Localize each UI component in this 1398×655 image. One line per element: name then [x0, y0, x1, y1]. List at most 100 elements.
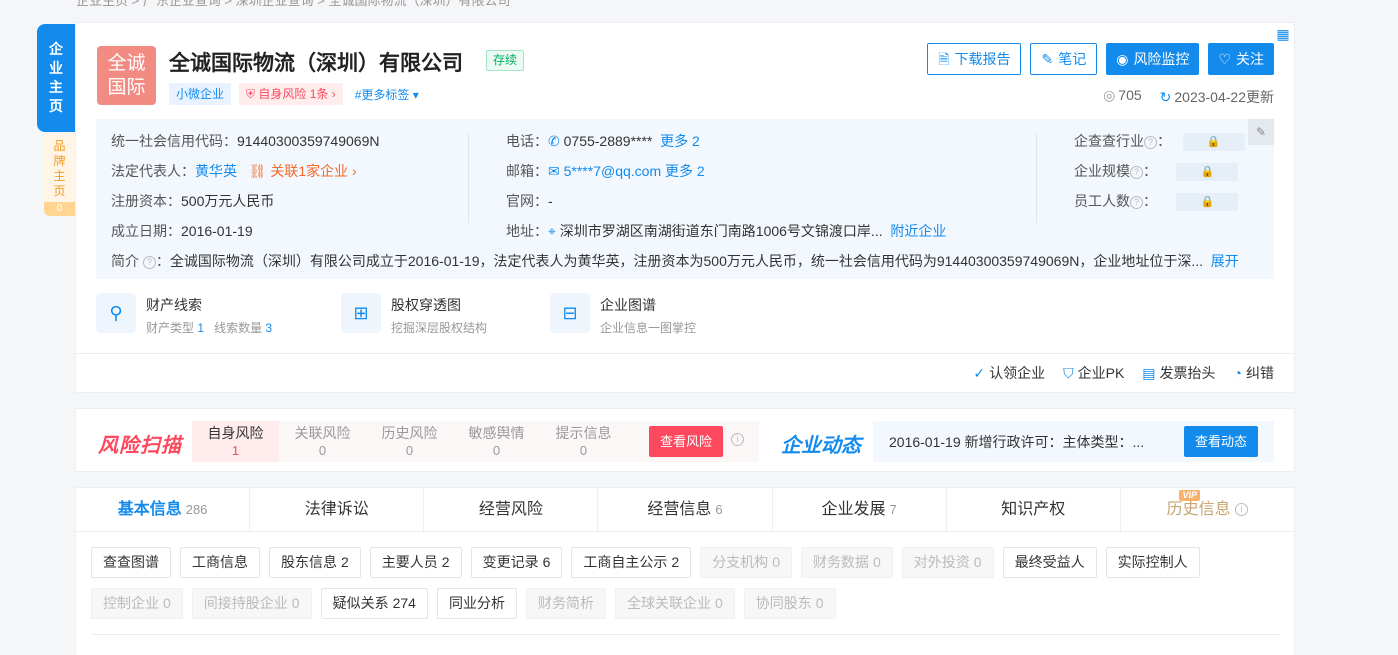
nearby-companies-link[interactable]: 附近企业 — [890, 223, 946, 239]
feature-company-graph[interactable]: ⊟ 企业图谱 企业信息一图掌控 — [550, 293, 696, 336]
dynamics-box: 2016-01-19 新增行政许可：主体类型：... 查看动态 — [873, 421, 1274, 462]
tab-history[interactable]: VIP 历史信息 i — [1121, 488, 1294, 531]
feature-asset-clues[interactable]: ⚲ 财产线索 财产类型 1 线索数量 3 — [96, 293, 272, 336]
more-tags-dropdown[interactable]: #更多标签 ▾ — [351, 86, 419, 103]
company-pk-link[interactable]: ⛉ 企业PK — [1063, 363, 1124, 383]
address-row: 地址：⌖ 深圳市罗湖区南湖街道东门南路1006号文锦渡口岸... 附近企业 — [506, 221, 946, 241]
eye-icon: ◎ — [1103, 87, 1116, 103]
graph-icon: ⊟ — [550, 293, 590, 333]
chip-graph[interactable]: 查查图谱 — [91, 547, 171, 578]
chip-shareholders[interactable]: 股东信息 2 — [269, 547, 361, 578]
follow-button[interactable]: ♡ 关注 — [1208, 43, 1274, 75]
email-link[interactable]: 5****7@qq.com — [564, 163, 662, 179]
chip-suspected-relations[interactable]: 疑似关系 274 — [320, 588, 428, 619]
chip-label: 实际控制人 — [1117, 554, 1188, 570]
chip-key-personnel[interactable]: 主要人员 2 — [369, 547, 462, 578]
tab-basic-info[interactable]: 基本信息 286 — [76, 488, 251, 531]
chip-label: 最终受益人 — [1014, 554, 1085, 570]
tab-legal[interactable]: 法律诉讼 — [250, 488, 425, 531]
divider — [468, 133, 469, 223]
chip-change-log[interactable]: 变更记录 6 — [470, 547, 563, 578]
tab-business-risk[interactable]: 经营风险 — [424, 488, 599, 531]
email-row: 邮箱：✉ 5****7@qq.com 更多 2 — [506, 161, 705, 181]
chip-co-shareholders[interactable]: 协同股东 0 — [743, 588, 836, 619]
chip-global-affiliates[interactable]: 全球关联企业 0 — [614, 588, 735, 619]
risk-self[interactable]: 自身风险 1 — [192, 421, 279, 462]
risk-sentiment[interactable]: 敏感舆情 0 — [453, 421, 540, 462]
risk-scan-title: 风险扫描 — [98, 435, 182, 457]
chip-business-info[interactable]: 工商信息 — [180, 547, 260, 578]
tag-company-size[interactable]: 小微企业 — [169, 83, 232, 105]
intro-text: 全诚国际物流（深圳）有限公司成立于2016-01-19，法定代表人为黄华英，注册… — [169, 253, 1204, 269]
email-more-link[interactable]: 更多 2 — [665, 163, 705, 179]
related-companies-link[interactable]: ⛓ 关联1家企业 › — [249, 163, 357, 179]
chip-investments[interactable]: 对外投资 0 — [901, 547, 994, 578]
lock-icon[interactable]: 🔒 — [1182, 133, 1245, 152]
side-tab-brand[interactable]: 品 牌 主 页 0 — [44, 133, 75, 216]
tab-ip[interactable]: 知识产权 — [947, 488, 1121, 531]
risk-related[interactable]: 关联风险 0 — [279, 421, 366, 462]
chip-controller[interactable]: 实际控制人 — [1105, 547, 1200, 578]
legal-rep-link[interactable]: 黄华英 — [195, 163, 237, 179]
risk-history[interactable]: 历史风险 0 — [366, 421, 453, 462]
phone-more-link[interactable]: 更多 2 — [660, 133, 700, 149]
help-icon[interactable]: ? — [1130, 195, 1143, 209]
lock-icon[interactable]: 🔒 — [1176, 193, 1239, 212]
risk-label: 自身风险 — [207, 425, 264, 441]
dynamics-text[interactable]: 2016-01-19 新增行政许可：主体类型：... — [889, 432, 1144, 452]
view-risk-button[interactable]: 查看风险 — [649, 426, 723, 457]
risk-notice[interactable]: 提示信息 0 — [540, 421, 627, 462]
feature-equity-chart[interactable]: ⊞ 股权穿透图 挖掘深层股权结构 — [341, 293, 487, 336]
qr-code-icon[interactable]: ▦ — [1272, 23, 1294, 45]
side-tab-char: 主 — [53, 169, 66, 183]
logo-text: 全诚 — [107, 53, 146, 74]
chip-self-disclosure[interactable]: 工商自主公示 2 — [571, 547, 692, 578]
chip-branches[interactable]: 分支机构 0 — [700, 547, 792, 578]
claim-company-link[interactable]: ✓ 认领企业 — [973, 363, 1045, 383]
view-dynamics-button[interactable]: 查看动态 — [1184, 426, 1258, 457]
refresh-icon[interactable]: ↻ — [1160, 89, 1172, 105]
chip-count: 2 — [341, 554, 349, 570]
download-report-button[interactable]: 🗎 下载报告 — [927, 43, 1022, 75]
help-icon[interactable]: ? — [1130, 165, 1143, 179]
chip-financial-data[interactable]: 财务数据 0 — [800, 547, 893, 578]
correct-error-link[interactable]: ◔ 纠错 — [1234, 363, 1274, 383]
tag-self-risk[interactable]: ⛨ 自身风险 1条 › — [239, 83, 343, 105]
chip-label: 控制企业 — [103, 595, 159, 611]
chip-financial-analysis[interactable]: 财务简析 — [525, 588, 606, 619]
chip-peer-analysis[interactable]: 同业分析 — [436, 588, 517, 619]
side-tab-company[interactable]: 企 业 主 页 — [37, 24, 75, 132]
chip-label: 查查图谱 — [103, 554, 159, 570]
tab-label: 经营风险 — [478, 501, 543, 518]
chip-label: 财务数据 — [812, 554, 869, 570]
tab-development[interactable]: 企业发展 7 — [773, 488, 947, 531]
shield-icon: ⛨ — [246, 87, 259, 101]
risk-count: 0 — [492, 443, 501, 458]
chip-indirect-holdings[interactable]: 间接持股企业 0 — [191, 588, 312, 619]
risk-monitor-button[interactable]: ◉ 风险监控 — [1106, 43, 1200, 75]
basic-info-box: ✎ 统一社会信用代码：91440300359749069N 法定代表人：黄华英 … — [96, 119, 1274, 279]
info-icon[interactable]: i — [731, 433, 744, 446]
edit-icon[interactable]: ✎ — [1248, 119, 1274, 145]
help-icon[interactable]: ? — [1144, 135, 1157, 149]
chip-count: 0 — [291, 595, 300, 611]
capital-row: 注册资本：500万元人民币 — [111, 191, 274, 211]
invoice-header-link[interactable]: ▤ 发票抬头 — [1142, 363, 1215, 383]
lock-icon[interactable]: 🔒 — [1176, 163, 1239, 182]
bottom-actions: ✓ 认领企业 ⛉ 企业PK ▤ 发票抬头 ◔ 纠错 — [973, 363, 1274, 383]
phone-label: 电话： — [506, 133, 548, 149]
chip-beneficiary[interactable]: 最终受益人 — [1002, 547, 1097, 578]
risk-count: 0 — [405, 443, 414, 458]
phone-icon: ✆ — [548, 133, 564, 149]
credit-code-label: 统一社会信用代码： — [111, 133, 237, 149]
tag-self-risk-label: 自身风险 1条 — [258, 87, 329, 101]
legal-rep-label: 法定代表人： — [111, 163, 195, 179]
tab-business-info[interactable]: 经营信息 6 — [598, 488, 773, 531]
sub-nav-chips: 查查图谱 工商信息 股东信息 2 主要人员 2 变更记录 6 工商自主公示 2 分支机构… — [91, 547, 1281, 619]
info-icon[interactable]: i — [1235, 503, 1249, 517]
notes-button[interactable]: ✎ 笔记 — [1030, 43, 1098, 75]
expand-link[interactable]: 展开 — [1211, 253, 1239, 269]
company-header-card: ▦ 全诚 国际 全诚国际物流（深圳）有限公司 存续 小微企业 ⛨ 自身风险 1条… — [75, 22, 1295, 393]
chip-controlled-companies[interactable]: 控制企业 0 — [91, 588, 183, 619]
help-icon[interactable]: ? — [142, 255, 156, 269]
